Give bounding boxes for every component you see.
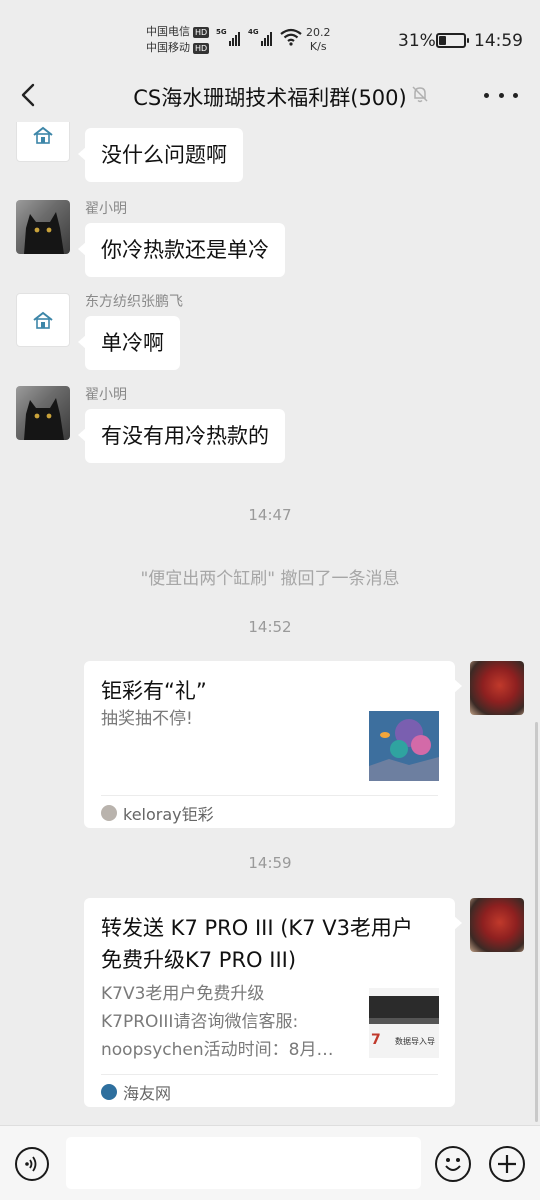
message-bubble[interactable]: 你冷热款还是单冷 <box>78 223 285 277</box>
status-bar: 中国电信 HD 中国移动 HD 5G 4G 20.2 K/s 31% 14:59 <box>0 0 540 70</box>
recall-notice: "便宜出两个缸刷" 撤回了一条消息 <box>140 569 400 589</box>
message-bubble[interactable]: 没什么问题啊 <box>78 128 243 182</box>
sender-name: 翟小明 <box>85 387 127 403</box>
message-bubble[interactable]: 单冷啊 <box>78 316 180 370</box>
message-row: 翟小明 有没有用冷热款的 <box>16 386 285 463</box>
more-dots-icon[interactable] <box>484 82 518 108</box>
hd-badge: HD <box>193 26 210 38</box>
status-time: 14:59 <box>474 31 523 51</box>
carrier-2: 中国移动 <box>146 41 190 54</box>
card-title: 转发送 K7 PRO III (K7 V3老用户免费升级K7 PRO III) <box>101 916 413 972</box>
avatar[interactable] <box>470 898 524 952</box>
chat-title[interactable]: CS海水珊瑚技术福利群(500) <box>0 82 540 112</box>
wifi-icon <box>280 28 302 46</box>
avatar[interactable] <box>16 200 70 254</box>
message-input[interactable] <box>66 1137 421 1189</box>
timestamp: 14:52 <box>248 618 292 636</box>
input-bar <box>0 1125 540 1200</box>
house-logo-icon <box>33 311 53 329</box>
carrier-1: 中国电信 <box>146 25 190 38</box>
black-cat-icon <box>24 398 64 440</box>
signal-4g-icon: 4G <box>248 26 272 48</box>
message-row: 东方纺织张鹏飞 单冷啊 <box>16 293 183 370</box>
link-card[interactable]: 转发送 K7 PRO III (K7 V3老用户免费升级K7 PRO III) … <box>84 898 462 1107</box>
card-description: 抽奖抽不停! <box>101 709 193 729</box>
message-row: 翟小明 你冷热款还是单冷 <box>16 200 285 277</box>
chat-header: CS海水珊瑚技术福利群(500) <box>0 70 540 122</box>
sender-name: 翟小明 <box>85 201 127 217</box>
battery-icon <box>436 33 469 48</box>
signal-5g-icon: 5G <box>216 26 240 48</box>
card-description: K7V3老用户免费升级 K7PROIII请咨询微信客服: noopsychen活… <box>101 984 334 1060</box>
battery-percent: 31% <box>398 31 436 51</box>
timestamp: 14:59 <box>248 854 292 872</box>
black-cat-icon <box>24 212 64 254</box>
source-logo-icon <box>101 805 117 821</box>
card-title: 钜彩有“礼” <box>101 679 207 703</box>
scrollbar[interactable] <box>535 722 538 1122</box>
avatar[interactable] <box>16 122 70 162</box>
source-logo-icon <box>101 1084 117 1100</box>
link-card[interactable]: 钜彩有“礼” 抽奖抽不停! keloray钜彩 <box>84 661 462 828</box>
coral-image-icon <box>369 711 439 781</box>
card-source: 海友网 <box>101 1080 171 1104</box>
emoji-icon[interactable] <box>435 1146 471 1182</box>
avatar[interactable] <box>16 386 70 440</box>
net-speed: 20.2 K/s <box>306 26 331 53</box>
bell-off-icon <box>412 86 428 103</box>
carrier-info: 中国电信 HD 中国移动 HD <box>146 24 210 56</box>
house-logo-icon <box>33 126 53 144</box>
message-row: 没什么问题啊 <box>16 122 243 182</box>
sender-name: 东方纺织张鹏飞 <box>85 294 183 310</box>
card-thumbnail: 7 数据导入导 <box>369 988 439 1058</box>
timestamp: 14:47 <box>248 506 292 524</box>
plus-icon[interactable] <box>489 1146 525 1182</box>
card-source: keloray钜彩 <box>101 801 214 825</box>
card-thumbnail <box>369 711 439 781</box>
avatar[interactable] <box>470 661 524 715</box>
voice-icon[interactable] <box>15 1147 49 1181</box>
chat-history[interactable]: 没什么问题啊 翟小明 你冷热款还是单冷 东方纺织张鹏飞 单冷啊 翟小明 有没有用… <box>0 122 540 1125</box>
message-bubble[interactable]: 有没有用冷热款的 <box>78 409 285 463</box>
avatar[interactable] <box>16 293 70 347</box>
hd-badge: HD <box>193 42 210 54</box>
